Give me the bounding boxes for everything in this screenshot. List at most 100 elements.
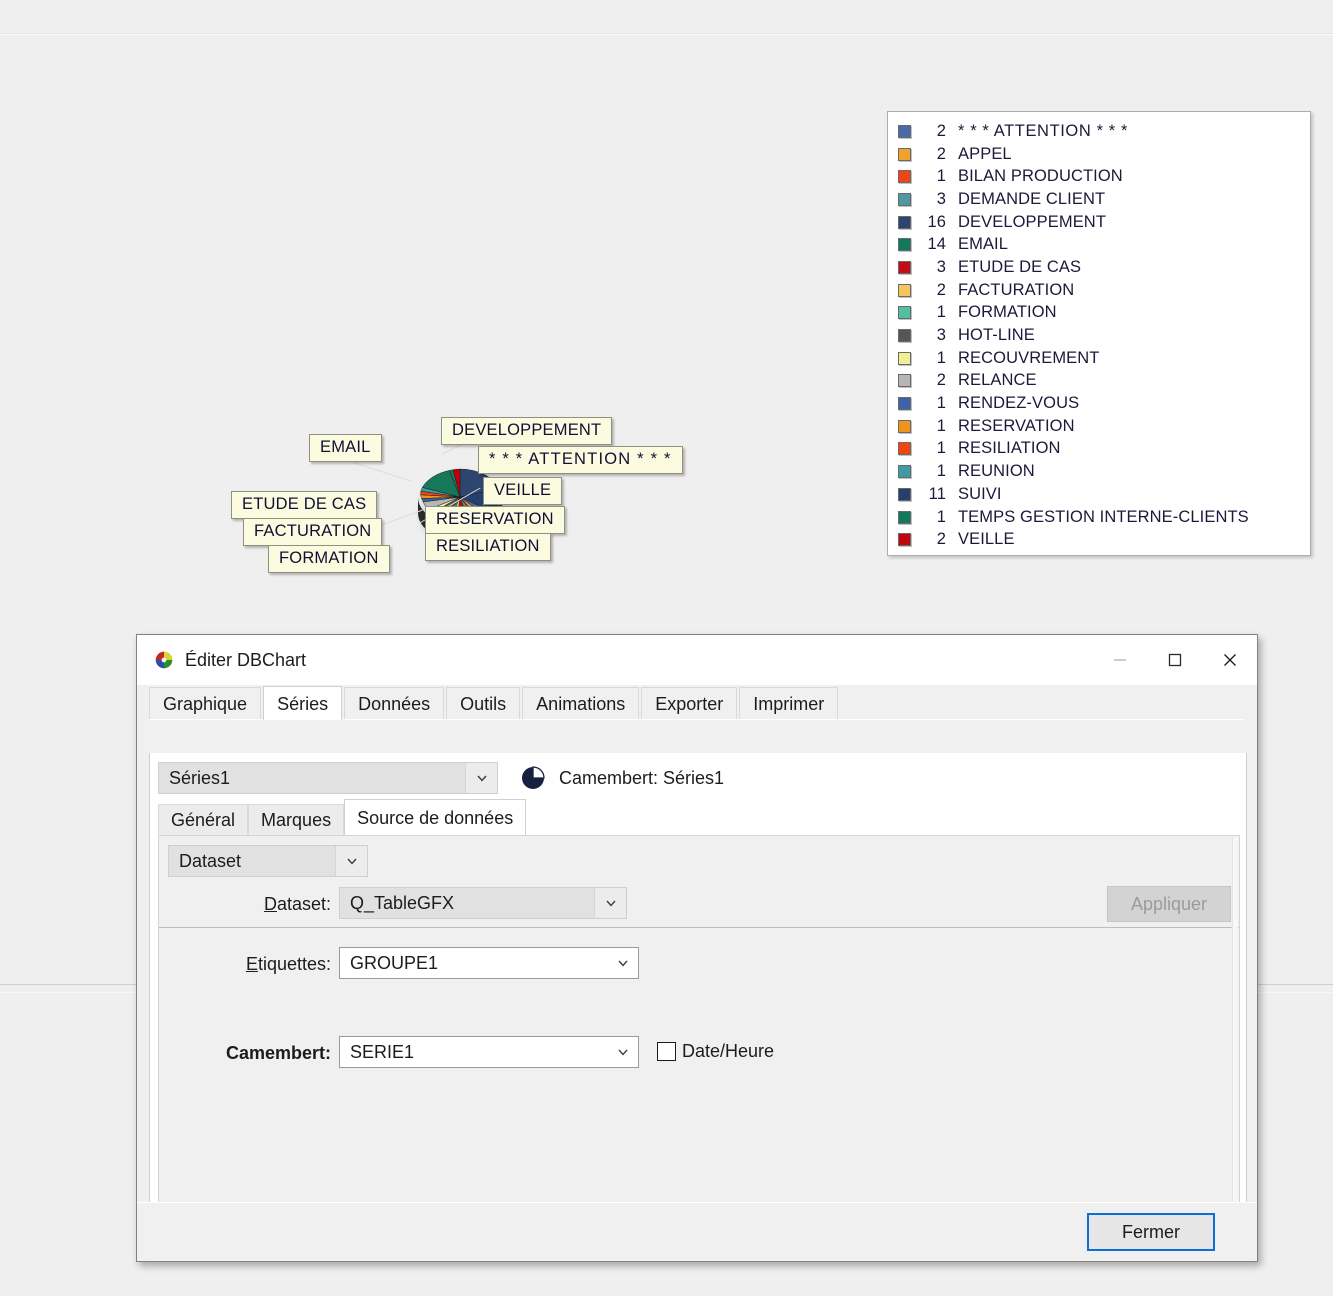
legend-count: 2 — [936, 144, 946, 163]
legend-row-list: 2 * * * ATTENTION * * * 2 APPEL 1 BILAN PRODU… — [898, 120, 1310, 551]
legend-row[interactable]: 2 APPEL — [898, 143, 1310, 166]
legend-row[interactable]: 1 FORMATION — [898, 302, 1310, 325]
pie-slice-label[interactable]: FORMATION — [268, 545, 390, 573]
tab-animations[interactable]: Animations — [522, 687, 640, 719]
pie-value-value: SERIE1 — [350, 1041, 415, 1062]
pie-slice-label[interactable]: RESILIATION — [425, 533, 551, 561]
legend-count: 3 — [936, 326, 946, 345]
legend-color-swatch — [898, 374, 911, 388]
legend-row[interactable]: 3 DEMANDE CLIENT — [898, 188, 1310, 211]
legend-row[interactable]: 2 VEILLE — [898, 528, 1310, 551]
chevron-down-icon[interactable] — [465, 763, 497, 793]
legend-color-swatch — [898, 306, 911, 320]
legend-row[interactable]: 1 TEMPS GESTION INTERNE-CLIENTS — [898, 506, 1310, 529]
pie-slice-label[interactable]: FACTURATION — [243, 518, 383, 546]
chart-legend[interactable]: 2 * * * ATTENTION * * * 2 APPEL 1 BILAN PRODU… — [887, 111, 1311, 556]
legend-row[interactable]: 1 RENDEZ-VOUS — [898, 392, 1310, 415]
chevron-down-icon[interactable] — [608, 948, 638, 978]
pie-slice-label[interactable]: * * * ATTENTION * * * — [478, 446, 683, 474]
tab-exporter[interactable]: Exporter — [641, 687, 738, 719]
legend-row[interactable]: 3 ETUDE DE CAS — [898, 256, 1310, 279]
minimize-button[interactable] — [1092, 635, 1147, 685]
legend-count: 11 — [928, 484, 946, 503]
fermer-button[interactable]: Fermer — [1087, 1213, 1215, 1251]
legend-color-swatch — [898, 510, 911, 524]
tab-outils[interactable]: Outils — [446, 687, 521, 719]
legend-color-swatch — [898, 124, 911, 138]
chevron-down-icon[interactable] — [335, 846, 367, 876]
legend-row[interactable]: 2 FACTURATION — [898, 279, 1310, 302]
pie-slice-label[interactable]: RESERVATION — [425, 506, 565, 534]
legend-label: REUNION — [958, 462, 1035, 481]
legend-row[interactable]: 2 RELANCE — [898, 370, 1310, 393]
source-type-select[interactable]: Dataset — [168, 845, 368, 877]
tab-donn-es[interactable]: Données — [344, 687, 445, 719]
legend-row[interactable]: 1 RESILIATION — [898, 438, 1310, 461]
subtab-source-de-donn-es[interactable]: Source de données — [344, 799, 527, 835]
dataset-select[interactable]: Q_TableGFX — [339, 887, 627, 919]
legend-label: EMAIL — [958, 235, 1009, 254]
legend-row[interactable]: 1 RECOUVREMENT — [898, 347, 1310, 370]
series-type-label: Camembert: Séries1 — [559, 767, 725, 788]
legend-row[interactable]: 2 * * * ATTENTION * * * — [898, 120, 1310, 143]
legend-count: 14 — [927, 235, 946, 254]
pie-slice-label[interactable]: DEVELOPPEMENT — [441, 417, 613, 445]
legend-row[interactable]: 14 EMAIL — [898, 233, 1310, 256]
editer-dbchart-dialog[interactable]: Éditer DBChart Graphique Séries Données Out… — [136, 634, 1258, 1262]
legend-count: 2 — [936, 121, 946, 140]
pie-slice-label[interactable]: EMAIL — [309, 434, 382, 462]
tab-s-ries[interactable]: Séries — [263, 686, 343, 720]
labels-label-rest: tiquettes: — [257, 954, 331, 974]
chevron-down-icon[interactable] — [608, 1037, 638, 1067]
pie-value-select[interactable]: SERIE1 — [339, 1036, 639, 1068]
datetime-checkbox[interactable] — [657, 1042, 676, 1061]
legend-label: RESERVATION — [958, 416, 1075, 435]
legend-color-swatch — [898, 283, 911, 297]
legend-count: 1 — [936, 303, 946, 322]
labels-field-select[interactable]: GROUPE1 — [339, 947, 639, 979]
legend-row[interactable]: 1 RESERVATION — [898, 415, 1310, 438]
legend-color-swatch — [898, 260, 911, 274]
panel-scrollbar[interactable] — [1232, 837, 1238, 1201]
legend-row[interactable]: 3 HOT-LINE — [898, 324, 1310, 347]
legend-row[interactable]: 1 REUNION — [898, 460, 1310, 483]
pie-slice-label[interactable]: VEILLE — [483, 477, 563, 505]
dialog-tab-bar[interactable]: Graphique Séries Données Outils Animations Ex… — [149, 685, 1245, 720]
data-source-panel: Dataset Dataset: Q_TableGFX Appliquer Et… — [158, 835, 1240, 1203]
datetime-checkbox-row[interactable]: Date/Heure — [657, 1041, 774, 1062]
dataset-label-rest: ataset: — [276, 894, 331, 914]
legend-count: 1 — [936, 462, 946, 481]
legend-count: 3 — [936, 257, 946, 276]
legend-color-swatch — [898, 170, 911, 184]
legend-row[interactable]: 11 SUIVI — [898, 483, 1310, 506]
series-sub-tab-bar[interactable]: Général Marques Source de données — [158, 799, 527, 835]
close-button[interactable] — [1202, 635, 1257, 685]
legend-color-swatch — [898, 351, 911, 365]
legend-count: 1 — [936, 348, 946, 367]
legend-row[interactable]: 16 DEVELOPPEMENT — [898, 211, 1310, 234]
subtab-g-n-ral[interactable]: Général — [158, 804, 249, 835]
tab-imprimer[interactable]: Imprimer — [739, 687, 839, 719]
legend-count: 2 — [936, 530, 946, 549]
dialog-titlebar[interactable]: Éditer DBChart — [137, 635, 1257, 685]
dialog-content-panel: Séries1 Camembert: Séries1 Général Marque… — [149, 753, 1247, 1213]
series-select[interactable]: Séries1 — [158, 762, 498, 794]
dataset-select-value: Q_TableGFX — [350, 892, 455, 913]
legend-count: 3 — [936, 189, 946, 208]
maximize-button[interactable] — [1147, 635, 1202, 685]
legend-label: RECOUVREMENT — [958, 348, 1100, 367]
chevron-down-icon[interactable] — [594, 888, 626, 918]
legend-color-swatch — [898, 465, 911, 479]
pie-slice-label[interactable]: ETUDE DE CAS — [231, 491, 378, 519]
legend-color-swatch — [898, 487, 911, 501]
legend-label: BILAN PRODUCTION — [958, 167, 1123, 186]
apply-button[interactable]: Appliquer — [1107, 886, 1231, 922]
legend-row[interactable]: 1 BILAN PRODUCTION — [898, 165, 1310, 188]
legend-label: RELANCE — [958, 371, 1037, 390]
subtab-marques[interactable]: Marques — [248, 804, 345, 835]
legend-label: RENDEZ-VOUS — [958, 394, 1080, 413]
legend-color-swatch — [898, 397, 911, 411]
series-selection-row: Séries1 Camembert: Séries1 — [158, 761, 1238, 795]
tab-graphique[interactable]: Graphique — [149, 687, 262, 719]
legend-color-swatch — [898, 329, 911, 343]
